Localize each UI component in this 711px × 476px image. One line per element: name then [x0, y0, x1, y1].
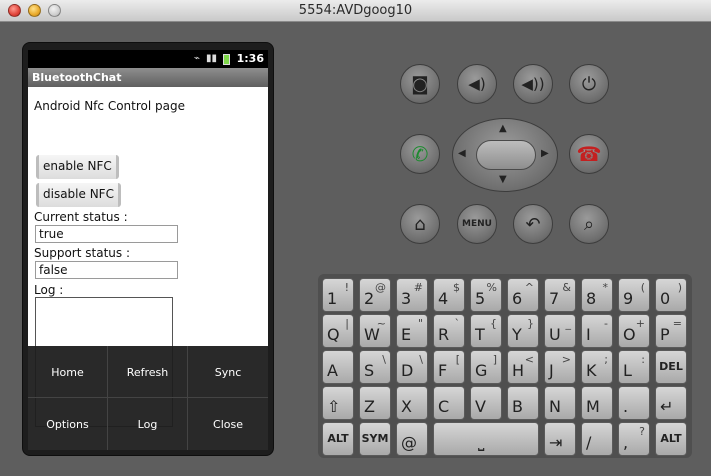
key-j[interactable]: J >: [544, 350, 576, 384]
key-i[interactable]: I-: [581, 314, 613, 348]
status-bar: ⌁ ▮▮ 1:36: [28, 50, 268, 68]
current-status-field[interactable]: true: [35, 225, 178, 243]
battery-icon: [223, 53, 230, 65]
key-8[interactable]: 8 *: [581, 278, 613, 312]
key-del[interactable]: DEL: [655, 350, 687, 384]
support-status-label: Support status :: [34, 246, 130, 260]
key-0[interactable]: 0): [655, 278, 687, 312]
key-at[interactable]: @: [396, 422, 428, 456]
power-button[interactable]: ⏻: [569, 64, 609, 104]
key-6[interactable]: 6 ^: [507, 278, 539, 312]
window-titlebar: 5554:AVDgoog10: [0, 0, 711, 22]
key-h[interactable]: H <: [507, 350, 539, 384]
window-title: 5554:AVDgoog10: [298, 3, 413, 18]
end-call-button[interactable]: ☎: [569, 134, 609, 174]
menu-button-label: MENU: [462, 219, 492, 229]
volume-down-icon: ◀): [468, 75, 486, 93]
key-t[interactable]: T{: [470, 314, 502, 348]
key-enter[interactable]: ↵: [655, 386, 687, 420]
back-icon: ↶: [525, 213, 541, 235]
key-sym[interactable]: SYM: [359, 422, 391, 456]
volume-up-button[interactable]: ◀)): [513, 64, 553, 104]
menu-button[interactable]: MENU: [457, 204, 497, 244]
volume-down-button[interactable]: ◀): [457, 64, 497, 104]
menu-item-close[interactable]: Close: [188, 398, 268, 450]
key-5[interactable]: 5%: [470, 278, 502, 312]
home-icon: ⌂: [414, 213, 426, 235]
log-label: Log :: [34, 283, 64, 297]
key-e[interactable]: E ": [396, 314, 428, 348]
key-1[interactable]: 1!: [322, 278, 354, 312]
key-n[interactable]: N: [544, 386, 576, 420]
home-button[interactable]: ⌂: [400, 204, 440, 244]
key-period[interactable]: .: [618, 386, 650, 420]
key-d[interactable]: D \: [396, 350, 428, 384]
end-call-icon: ☎: [576, 142, 602, 166]
enable-nfc-button[interactable]: enable NFC: [36, 155, 119, 179]
dpad-right-icon[interactable]: ▶: [541, 148, 549, 159]
key-o[interactable]: O +: [618, 314, 650, 348]
app-title: BluetoothChat: [28, 68, 268, 87]
options-menu: Home Refresh Sync Options Log Close: [28, 346, 268, 450]
dpad-up-icon[interactable]: ▲: [499, 123, 507, 134]
current-status-label: Current status :: [34, 210, 128, 224]
key-slash[interactable]: /: [581, 422, 613, 456]
key-alt-right[interactable]: ALT: [655, 422, 687, 456]
key-z[interactable]: Z: [359, 386, 391, 420]
menu-item-options[interactable]: Options: [28, 398, 108, 450]
search-button[interactable]: ⌕: [569, 204, 609, 244]
menu-item-refresh[interactable]: Refresh: [108, 346, 188, 398]
key-q[interactable]: Q |: [322, 314, 354, 348]
key-p[interactable]: P =: [655, 314, 687, 348]
key-w[interactable]: W ~: [359, 314, 391, 348]
hardware-keyboard: 1! 2 @ 3 # 4 $ 5% 6 ^ 7 & 8 * 9( 0) Q | W ~ E " R…: [318, 274, 692, 458]
key-7[interactable]: 7 &: [544, 278, 576, 312]
menu-item-home[interactable]: Home: [28, 346, 108, 398]
phone-screen: ⌁ ▮▮ 1:36 BluetoothChat Android Nfc Cont…: [28, 50, 268, 450]
key-comma[interactable]: ,?: [618, 422, 650, 456]
key-3[interactable]: 3 #: [396, 278, 428, 312]
key-space[interactable]: ⎵: [433, 422, 539, 456]
camera-button[interactable]: ◙: [400, 64, 440, 104]
camera-icon: ◙: [411, 73, 429, 95]
disable-nfc-button[interactable]: disable NFC: [36, 183, 121, 207]
key-2[interactable]: 2 @: [359, 278, 391, 312]
call-icon: ✆: [411, 142, 429, 166]
page-heading: Android Nfc Control page: [34, 99, 185, 113]
key-4[interactable]: 4 $: [433, 278, 465, 312]
signal-icon: ▮▮: [205, 53, 217, 64]
usb-icon: ⌁: [193, 53, 200, 64]
key-b[interactable]: B: [507, 386, 539, 420]
back-button[interactable]: ↶: [513, 204, 553, 244]
key-f[interactable]: F[: [433, 350, 465, 384]
key-v[interactable]: V: [470, 386, 502, 420]
key-a[interactable]: A: [322, 350, 354, 384]
key-x[interactable]: X: [396, 386, 428, 420]
search-icon: ⌕: [583, 213, 595, 235]
status-icons: ⌁ ▮▮: [194, 53, 230, 65]
key-m[interactable]: M: [581, 386, 613, 420]
menu-item-log[interactable]: Log: [108, 398, 188, 450]
key-tab[interactable]: ⇥: [544, 422, 576, 456]
key-c[interactable]: C: [433, 386, 465, 420]
volume-up-icon: ◀)): [521, 75, 545, 93]
key-k[interactable]: K;: [581, 350, 613, 384]
menu-item-sync[interactable]: Sync: [188, 346, 268, 398]
key-l[interactable]: L:: [618, 350, 650, 384]
status-time: 1:36: [236, 52, 264, 65]
key-g[interactable]: G]: [470, 350, 502, 384]
support-status-field[interactable]: false: [35, 261, 178, 279]
key-alt-left[interactable]: ALT: [322, 422, 354, 456]
key-u[interactable]: U _: [544, 314, 576, 348]
dpad-center-button[interactable]: [476, 140, 536, 170]
dpad-down-icon[interactable]: ▼: [499, 174, 507, 185]
dpad-left-icon[interactable]: ◀: [458, 148, 466, 159]
call-button[interactable]: ✆: [400, 134, 440, 174]
key-s[interactable]: S \: [359, 350, 391, 384]
key-r[interactable]: R `: [433, 314, 465, 348]
key-shift[interactable]: ⇧: [322, 386, 354, 420]
key-y[interactable]: Y}: [507, 314, 539, 348]
key-9[interactable]: 9(: [618, 278, 650, 312]
power-icon: ⏻: [581, 73, 597, 95]
